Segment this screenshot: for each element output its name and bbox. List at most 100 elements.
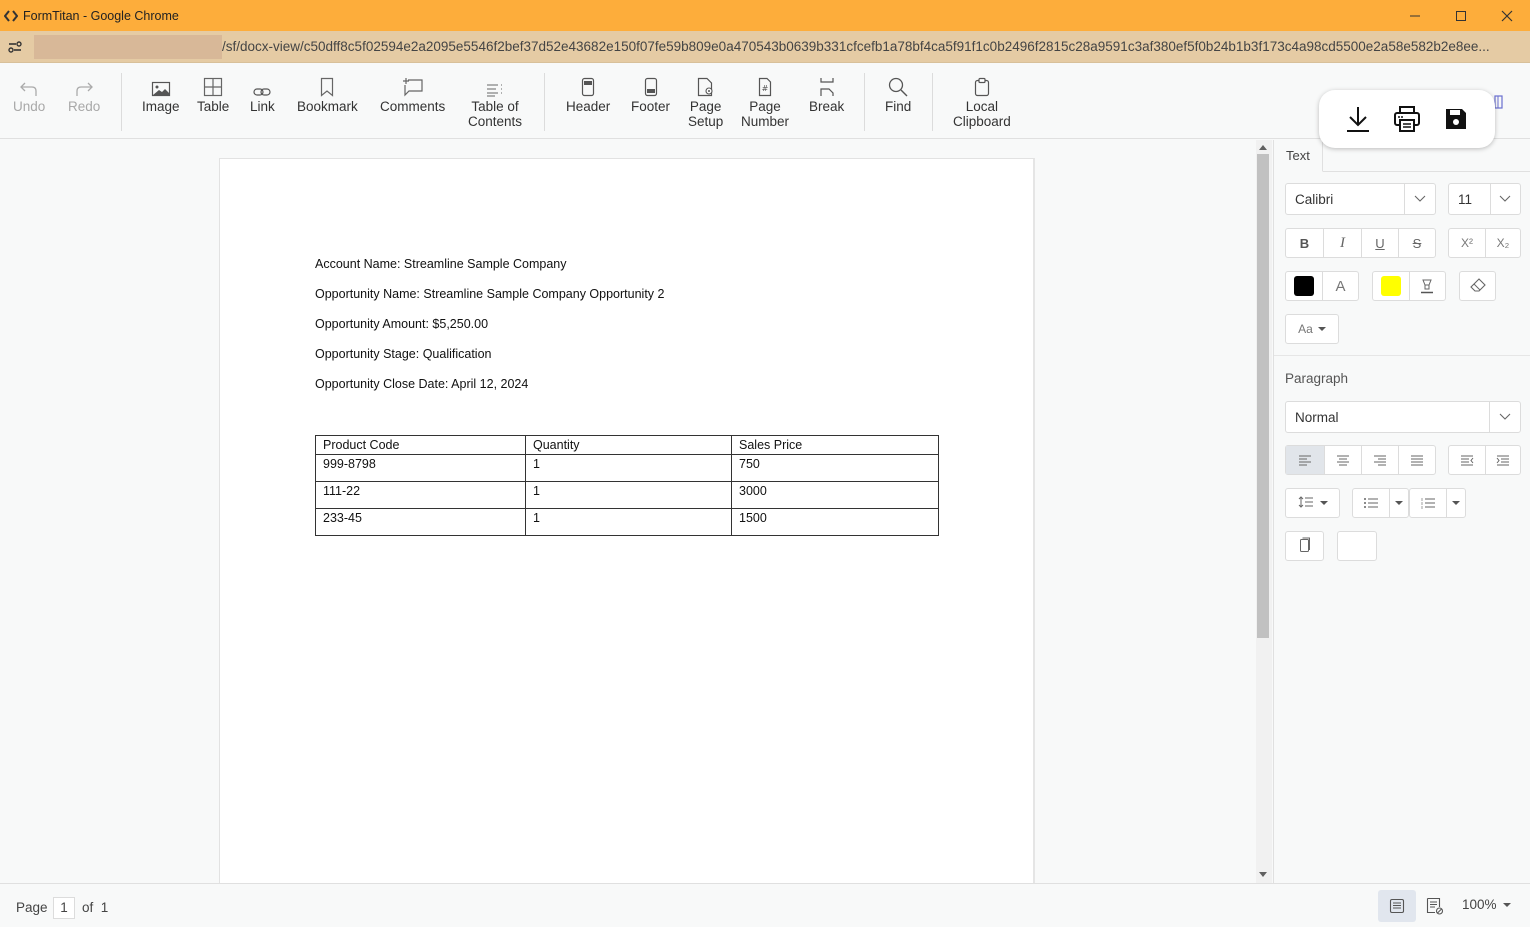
strikethrough-button[interactable]: S bbox=[1398, 229, 1435, 257]
paragraph-style-dropdown[interactable]: Normal bbox=[1285, 401, 1521, 433]
document-viewport[interactable]: Account Name: Streamline Sample Company … bbox=[0, 140, 1258, 883]
caret-down-icon bbox=[1395, 501, 1404, 505]
highlight-color-button[interactable] bbox=[1373, 272, 1409, 300]
tab-text[interactable]: Text bbox=[1274, 140, 1323, 172]
search-icon bbox=[888, 75, 908, 97]
scroll-up-arrow-icon[interactable] bbox=[1259, 145, 1267, 150]
zoom-dropdown[interactable]: 100% bbox=[1462, 897, 1511, 912]
chevron-down-icon bbox=[1489, 184, 1520, 214]
image-label: Image bbox=[142, 99, 180, 114]
font-size-dropdown[interactable]: 11 bbox=[1448, 183, 1521, 215]
table-cell[interactable]: 999-8798 bbox=[315, 454, 526, 482]
download-button[interactable] bbox=[1342, 103, 1374, 135]
local-clipboard-button[interactable]: Local Clipboard bbox=[953, 75, 1011, 129]
increase-indent-button[interactable] bbox=[1484, 446, 1520, 474]
window-titlebar: FormTitan - Google Chrome bbox=[0, 0, 1530, 31]
table-header-row: Product Code Quantity Sales Price bbox=[315, 435, 939, 455]
table-of-contents-button[interactable]: Table of Contents bbox=[468, 75, 522, 129]
chevron-down-icon bbox=[1489, 402, 1520, 432]
caret-down-icon bbox=[1317, 327, 1326, 331]
insert-comments-button[interactable]: Comments bbox=[380, 75, 445, 114]
save-button[interactable] bbox=[1440, 103, 1472, 135]
highlighter-icon[interactable] bbox=[1408, 272, 1445, 300]
document-page[interactable]: Account Name: Streamline Sample Company … bbox=[219, 158, 1035, 883]
print-button[interactable] bbox=[1391, 103, 1423, 135]
font-color-button[interactable] bbox=[1286, 272, 1322, 300]
opportunity-stage-line[interactable]: Opportunity Stage: Qualification bbox=[315, 347, 492, 361]
image-icon bbox=[151, 75, 171, 97]
page-setup-button[interactable]: Page Setup bbox=[688, 75, 723, 129]
align-right-button[interactable] bbox=[1361, 446, 1398, 474]
highlight-color-group bbox=[1372, 271, 1446, 301]
print-icon bbox=[1393, 106, 1420, 132]
align-center-button[interactable] bbox=[1324, 446, 1361, 474]
products-table[interactable]: Product Code Quantity Sales Price 999-87… bbox=[315, 435, 939, 536]
opportunity-amount-line[interactable]: Opportunity Amount: $5,250.00 bbox=[315, 317, 488, 331]
site-settings-icon[interactable] bbox=[2, 34, 28, 60]
table-cell[interactable]: 111-22 bbox=[315, 481, 526, 509]
insert-break-button[interactable]: Break bbox=[809, 75, 844, 114]
table-cell[interactable]: 1 bbox=[525, 508, 732, 536]
numbered-list-button[interactable] bbox=[1410, 489, 1446, 517]
insert-bookmark-button[interactable]: Bookmark bbox=[297, 75, 358, 114]
minimize-button[interactable] bbox=[1392, 0, 1438, 31]
paragraph-section-title: Paragraph bbox=[1285, 371, 1349, 386]
insert-image-button[interactable]: Image bbox=[142, 75, 180, 114]
find-button[interactable]: Find bbox=[885, 75, 911, 114]
properties-pane: Text Calibri 11 B I U S X² X₂ A Aa Parag… bbox=[1273, 140, 1530, 883]
page-setup-icon bbox=[697, 75, 715, 97]
current-page-input[interactable]: 1 bbox=[53, 897, 75, 919]
insert-header-button[interactable]: Header bbox=[566, 75, 610, 114]
numbered-list-options[interactable] bbox=[1446, 489, 1465, 517]
superscript-button[interactable]: X² bbox=[1449, 229, 1485, 257]
print-layout-view-button[interactable] bbox=[1378, 890, 1416, 922]
italic-button[interactable]: I bbox=[1323, 229, 1361, 257]
page-number-button[interactable]: # Page Number bbox=[741, 75, 789, 129]
bold-button[interactable]: B bbox=[1286, 229, 1323, 257]
clear-formatting-button[interactable] bbox=[1459, 271, 1496, 301]
link-icon bbox=[253, 75, 271, 97]
insert-table-button[interactable]: Table bbox=[197, 75, 229, 114]
table-cell[interactable]: 1500 bbox=[731, 508, 939, 536]
line-spacing-dropdown[interactable] bbox=[1285, 488, 1340, 518]
page-setup-label-line1: Page bbox=[689, 99, 722, 114]
bullet-list-button[interactable] bbox=[1353, 489, 1389, 517]
document-scrollbar[interactable] bbox=[1256, 140, 1272, 883]
opportunity-close-date-line[interactable]: Opportunity Close Date: April 12, 2024 bbox=[315, 377, 528, 391]
empty-style-button[interactable] bbox=[1337, 531, 1377, 561]
table-cell[interactable]: 1 bbox=[525, 454, 732, 482]
table-cell[interactable]: 750 bbox=[731, 454, 939, 482]
properties-pane-toggle[interactable] bbox=[1494, 95, 1504, 109]
close-button[interactable] bbox=[1484, 0, 1530, 31]
underline-button[interactable]: U bbox=[1361, 229, 1398, 257]
insert-footer-button[interactable]: Footer bbox=[631, 75, 670, 114]
web-layout-view-button[interactable] bbox=[1416, 890, 1454, 922]
scroll-down-arrow-icon[interactable] bbox=[1259, 872, 1267, 877]
header-label: Header bbox=[566, 99, 611, 114]
window-title: FormTitan - Google Chrome bbox=[23, 8, 179, 23]
font-family-dropdown[interactable]: Calibri bbox=[1285, 183, 1436, 215]
justify-button[interactable] bbox=[1398, 446, 1435, 474]
paste-format-button[interactable] bbox=[1285, 531, 1324, 561]
align-left-button[interactable] bbox=[1286, 446, 1324, 474]
insert-link-button[interactable]: Link bbox=[250, 75, 275, 114]
decrease-indent-button[interactable] bbox=[1449, 446, 1485, 474]
table-cell[interactable]: 1 bbox=[525, 481, 732, 509]
table-header-cell[interactable]: Sales Price bbox=[731, 435, 939, 455]
account-name-line[interactable]: Account Name: Streamline Sample Company bbox=[315, 257, 567, 271]
table-cell[interactable]: 233-45 bbox=[315, 508, 526, 536]
font-color-swatch bbox=[1293, 276, 1314, 296]
scrollbar-thumb[interactable] bbox=[1257, 154, 1269, 638]
table-header-cell[interactable]: Quantity bbox=[525, 435, 732, 455]
subscript-button[interactable]: X₂ bbox=[1484, 229, 1520, 257]
table-header-cell[interactable]: Product Code bbox=[315, 435, 526, 455]
change-case-dropdown[interactable]: Aa bbox=[1285, 314, 1339, 344]
undo-button[interactable]: Undo bbox=[13, 75, 45, 114]
font-color-picker-button[interactable]: A bbox=[1321, 272, 1358, 300]
table-cell[interactable]: 3000 bbox=[731, 481, 939, 509]
opportunity-name-line[interactable]: Opportunity Name: Streamline Sample Comp… bbox=[315, 287, 664, 301]
bullet-list-options[interactable] bbox=[1389, 489, 1408, 517]
url-text[interactable]: /sf/docx-view/c50dff8c5f02594e2a2095e554… bbox=[222, 39, 1517, 54]
redo-button[interactable]: Redo bbox=[68, 75, 100, 114]
maximize-button[interactable] bbox=[1438, 0, 1484, 31]
